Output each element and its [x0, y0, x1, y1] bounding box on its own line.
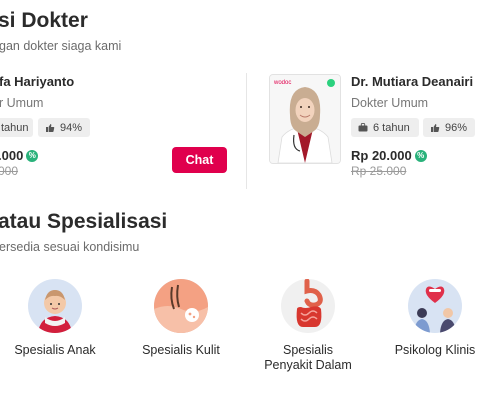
chat-button[interactable]: Chat — [172, 147, 227, 173]
category-label: Spesialis Anak — [14, 343, 96, 357]
section-title-doctors: si Dokter — [0, 9, 88, 32]
rating-text: 96% — [445, 121, 468, 134]
doctor-photo: wodoc — [269, 74, 341, 164]
thumbs-up-icon — [431, 123, 440, 132]
experience-text: tahun — [1, 121, 29, 134]
experience-chip: 6 tahun — [351, 118, 419, 137]
rating-chip: 96% — [423, 118, 475, 137]
price-row: .000 % — [0, 148, 39, 163]
section-title-specialization: atau Spesialisasi — [0, 210, 168, 233]
discount-badge-icon: % — [414, 149, 427, 162]
category-label: Spesialis Penyakit Dalam — [264, 343, 352, 372]
section-subtitle-doctors: gan dokter siaga kami — [0, 39, 122, 53]
rating-text: 94% — [60, 121, 83, 134]
experience-chip: tahun — [0, 118, 33, 137]
rating-chip: 94% — [38, 118, 90, 137]
doctor-specialty: r Umum — [0, 96, 44, 110]
thumbs-up-icon — [46, 123, 55, 132]
price-row: Rp 20.000 % — [351, 148, 427, 163]
skin-icon — [154, 279, 208, 333]
original-price: Rp 25.000 — [351, 164, 407, 178]
discount-badge-icon: % — [26, 149, 39, 162]
experience-text: 6 tahun — [373, 121, 410, 134]
digestive-organ-icon — [281, 279, 335, 333]
doctor-name: fa Hariyanto — [0, 74, 75, 89]
category-label: Spesialis Kulit — [142, 343, 220, 357]
psychologist-icon — [408, 279, 462, 333]
doctor-name: Dr. Mutiara Deanairi — [351, 74, 474, 89]
brand-logo-text: wodoc — [273, 80, 291, 86]
online-status-dot — [327, 79, 335, 87]
category-label: Psikolog Klinis — [394, 343, 476, 357]
doctor-specialty: Dokter Umum — [351, 96, 429, 110]
briefcase-icon — [358, 123, 368, 132]
card-divider — [246, 73, 247, 189]
price: Rp 20.000 — [351, 148, 412, 163]
section-subtitle-specialization: ersedia sesuai kondisimu — [0, 240, 140, 254]
child-doctor-icon — [28, 279, 82, 333]
price: .000 — [0, 148, 24, 163]
original-price: 000 — [0, 164, 19, 178]
